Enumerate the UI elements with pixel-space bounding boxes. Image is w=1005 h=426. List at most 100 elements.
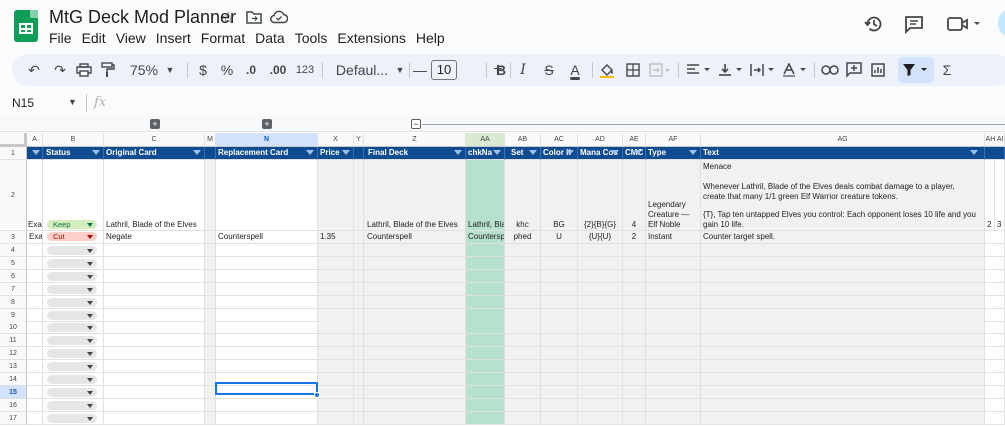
grid-cell[interactable] xyxy=(646,295,701,309)
cell-m[interactable] xyxy=(205,231,216,244)
dropdown-caret-icon[interactable] xyxy=(87,249,93,253)
header-check-name[interactable]: chkNa xyxy=(466,147,505,160)
menu-tools[interactable]: Tools xyxy=(295,30,334,46)
status-cell[interactable] xyxy=(43,334,104,348)
col-header-ah-ai[interactable]: AH AI xyxy=(985,133,1005,147)
color-identity-cell[interactable]: BG xyxy=(541,160,578,231)
grid-cell[interactable] xyxy=(701,282,985,296)
dropdown-caret-icon[interactable] xyxy=(87,287,93,292)
status-cell[interactable] xyxy=(43,269,104,283)
header-text[interactable]: Text xyxy=(701,147,985,160)
grid-cell[interactable] xyxy=(505,334,541,348)
number-format-button[interactable]: 123 xyxy=(294,54,316,86)
grid-cell[interactable] xyxy=(623,411,646,425)
grid-cell[interactable] xyxy=(505,321,541,335)
grid-cell[interactable] xyxy=(216,398,318,412)
text-cell[interactable]: Menace Whenever Lathril, Blade of the El… xyxy=(701,160,985,231)
mana-cost-cell[interactable]: {U}{U} xyxy=(578,231,623,244)
italic-button[interactable]: I xyxy=(514,54,532,86)
grid-cell[interactable] xyxy=(701,334,985,348)
status-chip-empty[interactable] xyxy=(47,284,97,294)
col-header-x[interactable]: X xyxy=(318,133,354,147)
grid-cell[interactable] xyxy=(541,282,578,296)
text-wrapping-icon[interactable] xyxy=(748,54,778,86)
grid-cell[interactable] xyxy=(541,244,578,257)
grid-cell[interactable] xyxy=(216,334,318,348)
grid-cell[interactable] xyxy=(701,373,985,386)
status-cell[interactable] xyxy=(43,398,104,412)
grid-cell[interactable] xyxy=(205,334,216,348)
grid-cell[interactable] xyxy=(354,269,364,283)
cell-y[interactable] xyxy=(354,160,364,231)
cmc-cell[interactable]: 2 xyxy=(623,231,646,244)
grid-cell[interactable] xyxy=(104,321,205,335)
grid-cell[interactable] xyxy=(354,321,364,335)
grid-cell[interactable] xyxy=(623,269,646,283)
menu-format[interactable]: Format xyxy=(201,30,251,46)
grid-cell[interactable] xyxy=(104,373,205,386)
grid-cell[interactable] xyxy=(364,244,466,257)
grid-cell[interactable] xyxy=(205,411,216,425)
col-header-n[interactable]: N xyxy=(216,133,318,147)
collapse-group-icon[interactable]: − xyxy=(411,119,421,129)
filter-icon[interactable] xyxy=(900,54,934,86)
menu-view[interactable]: View xyxy=(116,30,152,46)
grid-cell[interactable] xyxy=(104,347,205,361)
grid-cell[interactable] xyxy=(205,308,216,322)
grid-cell[interactable] xyxy=(505,256,541,270)
status-chip-empty[interactable] xyxy=(47,375,97,384)
set-cell[interactable]: phed xyxy=(505,231,541,244)
insert-link-icon[interactable] xyxy=(820,54,840,86)
row-header[interactable]: 8 xyxy=(0,295,27,309)
cell-example[interactable]: Exa xyxy=(27,231,43,244)
status-cell[interactable] xyxy=(43,308,104,322)
grid-cell[interactable] xyxy=(27,334,43,348)
grid-cell[interactable] xyxy=(216,360,318,374)
grid-cell[interactable] xyxy=(205,282,216,296)
grid-cell[interactable] xyxy=(364,334,466,348)
price-cell[interactable]: 1.35 xyxy=(318,231,354,244)
col-header-m[interactable]: M xyxy=(205,133,216,147)
document-title[interactable]: MtG Deck Mod Planner xyxy=(49,7,236,28)
status-cell[interactable] xyxy=(43,256,104,270)
grid-cell[interactable] xyxy=(623,244,646,257)
grid-cell[interactable] xyxy=(364,347,466,361)
grid-cell[interactable] xyxy=(354,295,364,309)
grid-cell[interactable] xyxy=(985,385,1005,399)
cell-ah[interactable]: 2 xyxy=(985,160,995,231)
grid-cell[interactable] xyxy=(646,398,701,412)
dropdown-caret-icon[interactable] xyxy=(87,378,93,382)
dropdown-caret-icon[interactable] xyxy=(87,390,93,395)
header-cmc[interactable]: CMC xyxy=(623,147,646,160)
grid-cell[interactable] xyxy=(104,385,205,399)
grid-cell[interactable] xyxy=(985,360,1005,374)
grid-cell[interactable] xyxy=(27,398,43,412)
grid-cell[interactable] xyxy=(985,295,1005,309)
grid-cell[interactable] xyxy=(216,282,318,296)
grid-cell[interactable] xyxy=(701,295,985,309)
grid-cell[interactable] xyxy=(541,360,578,374)
grid-cell[interactable] xyxy=(701,398,985,412)
status-cell[interactable] xyxy=(43,411,104,425)
grid-cell[interactable] xyxy=(701,347,985,361)
status-cell[interactable]: Cut xyxy=(43,231,104,244)
header-original-card[interactable]: Original Card xyxy=(104,147,205,160)
grid-cell[interactable] xyxy=(104,411,205,425)
col-header-af[interactable]: AF xyxy=(646,133,701,147)
dropdown-caret-icon[interactable] xyxy=(87,352,93,357)
replacement-card-cell[interactable] xyxy=(216,160,318,231)
grid-cell[interactable] xyxy=(623,398,646,412)
row-header[interactable]: 10 xyxy=(0,321,27,335)
header-color-identity[interactable]: Color II xyxy=(541,147,578,160)
grid-cell[interactable] xyxy=(505,385,541,399)
cell-y[interactable] xyxy=(354,231,364,244)
font-size-input[interactable]: 10 xyxy=(431,60,457,80)
grid-cell[interactable] xyxy=(364,398,466,412)
header-type[interactable]: Type xyxy=(646,147,701,160)
status-chip-cut[interactable]: Cut xyxy=(47,232,97,241)
status-chip-empty[interactable] xyxy=(47,387,97,397)
grid-cell[interactable] xyxy=(104,295,205,309)
grid-cell[interactable] xyxy=(623,385,646,399)
grid-cell[interactable] xyxy=(216,347,318,361)
grid-cell[interactable] xyxy=(505,360,541,374)
